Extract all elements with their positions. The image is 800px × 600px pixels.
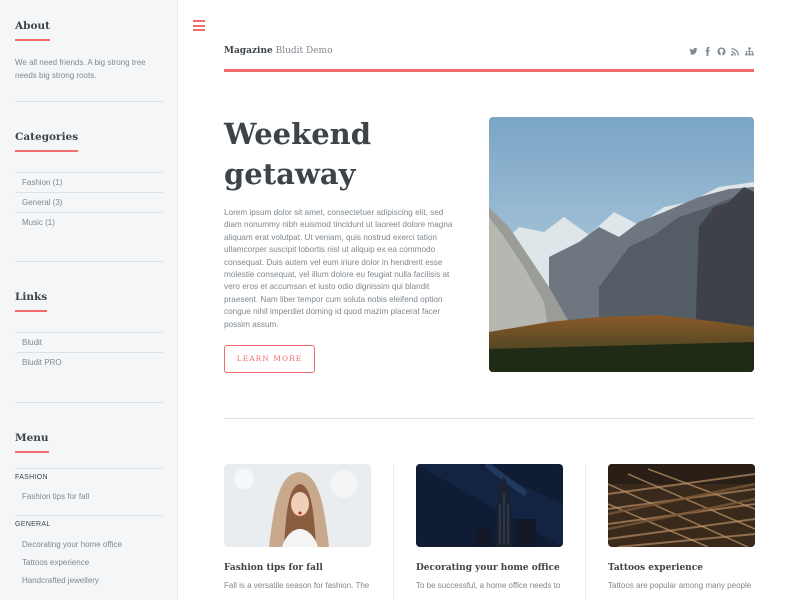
category-item-music[interactable]: Music (1) (15, 212, 163, 232)
category-item-general[interactable]: General (3) (15, 192, 163, 212)
post-title[interactable]: Fashion tips for fall (224, 563, 371, 573)
links-section: Links Bludit Bludit PRO (15, 287, 163, 372)
menu-item-decorating[interactable]: Decorating your home office (15, 540, 163, 549)
site-logo[interactable]: Magazine Bludit Demo (224, 46, 754, 56)
sidebar-divider (15, 261, 163, 262)
hero-image[interactable] (489, 117, 754, 372)
menu-group-label: GENERAL (15, 521, 51, 528)
menu-item-fashion-tips[interactable]: Fashion tips for fall (15, 492, 163, 501)
menu-divider (15, 515, 163, 516)
post-excerpt: To be successful, a home office needs to (416, 581, 561, 590)
menu-item-jewellery[interactable]: Handcrafted jewellery (15, 576, 163, 585)
sidebar-divider (15, 101, 163, 102)
post-image[interactable] (608, 464, 755, 547)
categories-list: Fashion (1) General (3) Music (1) (15, 172, 163, 232)
post-title[interactable]: Tattoos experience (608, 563, 755, 573)
about-section: About We all need friends. A big strong … (15, 16, 163, 82)
menu-item-tattoos[interactable]: Tattoos experience (15, 558, 163, 567)
hero-text: Lorem ipsum dolor sit amet, consectetuer… (224, 208, 453, 329)
categories-title: Categories (15, 131, 79, 152)
twitter-icon[interactable] (689, 47, 698, 56)
links-title: Links (15, 291, 48, 312)
content-divider (224, 418, 754, 419)
menu-title: Menu (15, 432, 49, 453)
post-excerpt: Tattoos are popular among many people (608, 581, 752, 590)
sidebar: About We all need friends. A big strong … (0, 0, 178, 600)
category-item-fashion[interactable]: Fashion (1) (15, 172, 163, 192)
menu-group-general: GENERAL Decorating your home office Tatt… (15, 521, 163, 585)
post-excerpt: Fall is a versatile season for fashion. … (224, 581, 370, 590)
learn-more-button[interactable]: LEARN MORE (224, 345, 315, 373)
facebook-icon[interactable] (703, 47, 712, 56)
links-list: Bludit Bludit PRO (15, 332, 163, 372)
sidebar-divider (15, 402, 163, 403)
menu-group-fashion: FASHION Fashion tips for fall (15, 474, 163, 501)
post-separator (585, 464, 586, 600)
about-title: About (15, 20, 50, 41)
post-image[interactable] (224, 464, 371, 547)
hero-title: Weekend getaway (224, 117, 372, 191)
post-title[interactable]: Decorating your home office (416, 563, 563, 573)
about-text: We all need friends. A big strong tree n… (15, 58, 146, 80)
sitemap-icon[interactable] (745, 47, 754, 56)
logo-light: Bludit Demo (275, 46, 333, 56)
menu-divider (15, 468, 163, 469)
github-icon[interactable] (717, 47, 726, 56)
menu-section: Menu (15, 428, 163, 453)
link-item-bludit-pro[interactable]: Bludit PRO (15, 352, 163, 372)
social-icons (689, 47, 754, 56)
post-card-fashion[interactable]: Fashion tips for fall Fall is a versatil… (224, 464, 371, 590)
post-card-tattoos[interactable]: Tattoos experience Tattoos are popular a… (608, 464, 755, 590)
logo-bold: Magazine (224, 46, 273, 56)
link-item-bludit[interactable]: Bludit (15, 332, 163, 352)
categories-section: Categories Fashion (1) General (3) Music… (15, 127, 163, 232)
menu-toggle-icon[interactable] (193, 20, 205, 31)
post-separator (393, 464, 394, 600)
menu-group-label: FASHION (15, 474, 48, 481)
rss-icon[interactable] (731, 47, 740, 56)
post-card-decorating[interactable]: Decorating your home office To be succes… (416, 464, 563, 590)
post-image[interactable] (416, 464, 563, 547)
site-header: Magazine Bludit Demo (224, 46, 754, 72)
